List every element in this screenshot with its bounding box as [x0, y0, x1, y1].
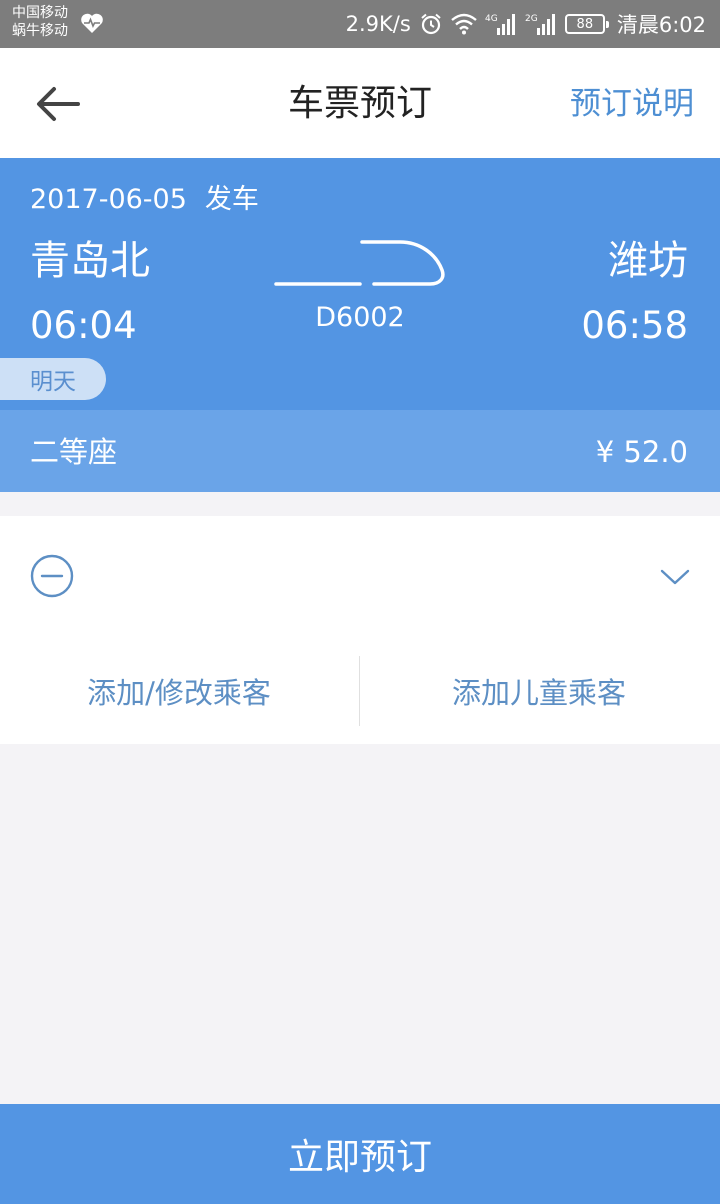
carrier-names: 中国移动 蜗牛移动 [12, 4, 68, 40]
seat-type: 二等座 [30, 435, 118, 469]
battery-level: 88 [576, 16, 594, 32]
origin-station: 青岛北 [30, 238, 150, 284]
signal-2g-icon: 2G [525, 14, 555, 35]
clock: 清晨6:02 [616, 13, 706, 37]
svg-text:2G: 2G [525, 14, 538, 24]
carrier-primary: 中国移动 [12, 5, 68, 21]
seat-price: ¥ 52.0 [595, 435, 688, 469]
passenger-panel: 添加/修改乘客 添加儿童乘客 [0, 516, 720, 744]
heart-rate-icon [81, 13, 103, 33]
svg-text:4G: 4G [485, 14, 498, 24]
add-child-passenger-button[interactable]: 添加儿童乘客 [360, 656, 718, 726]
carrier-secondary: 蜗牛移动 [12, 23, 68, 39]
net-speed: 2.9K/s [345, 12, 411, 36]
destination-station: 潍坊 [608, 238, 688, 284]
add-edit-passenger-button[interactable]: 添加/修改乘客 [0, 656, 358, 726]
train-info-card: 2017-06-05 发车 青岛北 潍坊 06:04 D6002 06:58 明天 [0, 158, 720, 410]
app-header: 车票预订 预订说明 [0, 48, 720, 158]
booking-instructions-link[interactable]: 预订说明 [570, 82, 694, 126]
arrival-time: 06:58 [581, 304, 688, 347]
departure-date-suffix: 发车 [204, 184, 259, 215]
battery-icon: 88 [564, 14, 609, 34]
next-day-badge: 明天 [0, 358, 106, 400]
wifi-icon [451, 13, 477, 35]
departure-date: 2017-06-05 [30, 184, 187, 215]
seat-row[interactable]: 二等座 ¥ 52.0 [0, 410, 720, 492]
status-bar: 中国移动 蜗牛移动 2.9K/s 4G 2G 88 清晨6:02 [0, 0, 720, 48]
minus-circle-icon [30, 554, 74, 598]
chevron-down-icon [660, 569, 690, 585]
status-indicators: 2.9K/s 4G 2G 88 清晨6:02 [346, 0, 706, 48]
signal-4g-icon: 4G [485, 14, 515, 35]
passenger-actions: 添加/修改乘客 添加儿童乘客 [0, 656, 720, 726]
remove-passenger-button[interactable] [30, 554, 74, 598]
train-route-icon [274, 240, 445, 286]
expand-button[interactable] [658, 560, 692, 594]
book-now-button[interactable]: 立即预订 [0, 1104, 720, 1204]
departure-date-row: 2017-06-05 发车 [30, 182, 259, 218]
alarm-icon [421, 13, 441, 35]
